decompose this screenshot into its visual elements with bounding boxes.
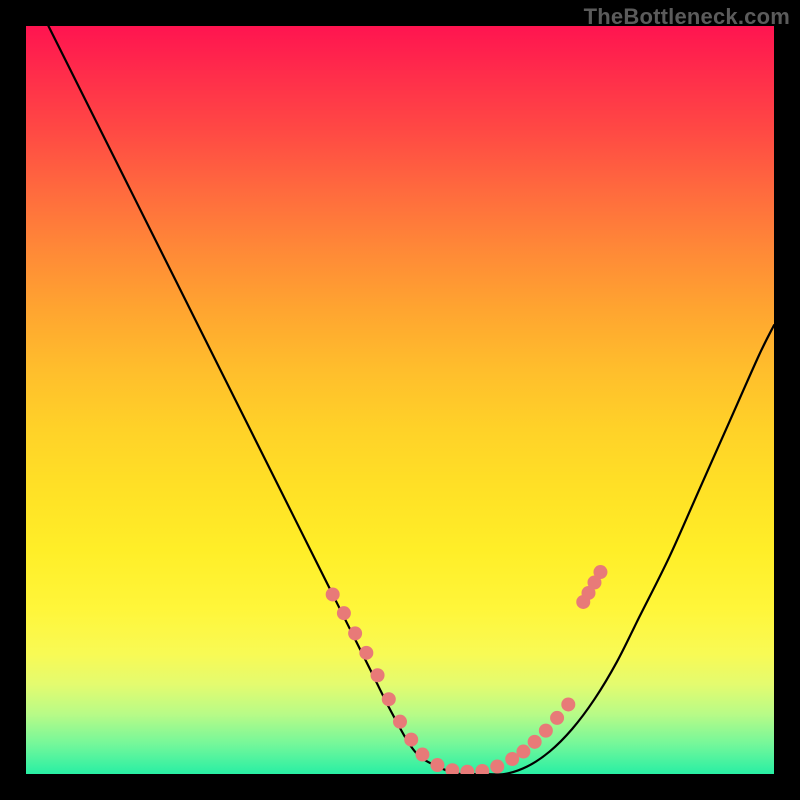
curve-markers bbox=[326, 565, 608, 774]
curve-marker bbox=[430, 758, 444, 772]
curve-layer bbox=[26, 26, 774, 774]
chart-frame: TheBottleneck.com bbox=[0, 0, 800, 800]
curve-marker bbox=[404, 733, 418, 747]
curve-marker bbox=[326, 587, 340, 601]
curve-marker bbox=[359, 646, 373, 660]
curve-marker bbox=[528, 735, 542, 749]
curve-marker bbox=[460, 765, 474, 774]
curve-marker bbox=[393, 715, 407, 729]
curve-marker bbox=[516, 745, 530, 759]
curve-marker bbox=[490, 760, 504, 774]
curve-marker bbox=[445, 763, 459, 774]
curve-marker bbox=[348, 626, 362, 640]
curve-marker bbox=[561, 697, 575, 711]
curve-marker bbox=[539, 724, 553, 738]
curve-marker bbox=[593, 565, 607, 579]
curve-marker bbox=[337, 606, 351, 620]
curve-marker bbox=[371, 668, 385, 682]
plot-area bbox=[26, 26, 774, 774]
curve-marker bbox=[415, 748, 429, 762]
curve-marker bbox=[550, 711, 564, 725]
bottleneck-curve bbox=[48, 26, 774, 774]
curve-marker bbox=[475, 764, 489, 774]
curve-marker bbox=[382, 692, 396, 706]
